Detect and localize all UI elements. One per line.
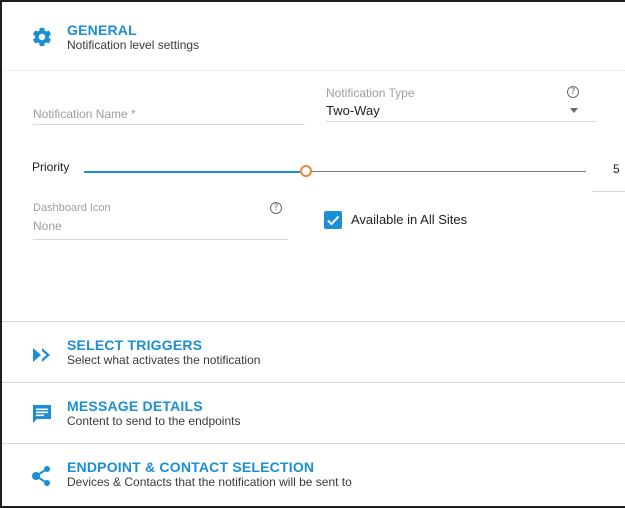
section-divider: [2, 321, 625, 322]
dashboard-icon-value: None: [33, 219, 62, 233]
gear-icon: [31, 26, 53, 48]
notification-type-underline: [326, 121, 596, 122]
section-divider: [2, 382, 625, 383]
checkbox[interactable]: [324, 211, 342, 229]
priority-slider-thumb[interactable]: [300, 165, 312, 177]
notification-settings-panel: [0, 0, 625, 508]
select-triggers-title: SELECT TRIGGERS: [67, 337, 203, 353]
message-details-subtitle: Content to send to the endpoints: [67, 414, 241, 428]
message-icon: [32, 404, 54, 426]
share-nodes-icon: [31, 465, 53, 487]
general-subtitle: Notification level settings: [67, 38, 200, 52]
notification-type-value: Two-Way: [326, 103, 380, 118]
notification-name-underline: [33, 124, 305, 125]
priority-label: Priority: [32, 160, 70, 174]
endpoint-contact-subtitle: Devices & Contacts that the notification…: [67, 475, 352, 489]
chevron-down-icon: [570, 108, 578, 113]
checkmark-icon: [327, 215, 340, 226]
notification-type-label: Notification Type: [326, 86, 415, 100]
endpoint-contact-title: ENDPOINT & CONTACT SELECTION: [67, 459, 315, 475]
dashboard-icon-label: Dashboard Icon: [33, 202, 111, 214]
section-divider: [2, 443, 625, 444]
help-icon[interactable]: ?: [567, 86, 579, 98]
dashboard-icon-underline: [33, 239, 288, 240]
priority-value-underline: [592, 191, 625, 192]
general-divider: [2, 70, 625, 71]
select-triggers-subtitle: Select what activates the notification: [67, 353, 261, 367]
general-title: GENERAL: [67, 22, 137, 38]
notification-name-label: Notification Name *: [33, 107, 136, 121]
help-icon[interactable]: ?: [270, 202, 282, 214]
message-details-title: MESSAGE DETAILS: [67, 398, 203, 414]
available-all-sites-label: Available in All Sites: [351, 212, 468, 227]
priority-slider-fill: [84, 171, 300, 173]
priority-slider-track: [312, 171, 586, 172]
double-chevron-right-icon: [31, 344, 53, 366]
priority-value: 5: [613, 162, 620, 176]
